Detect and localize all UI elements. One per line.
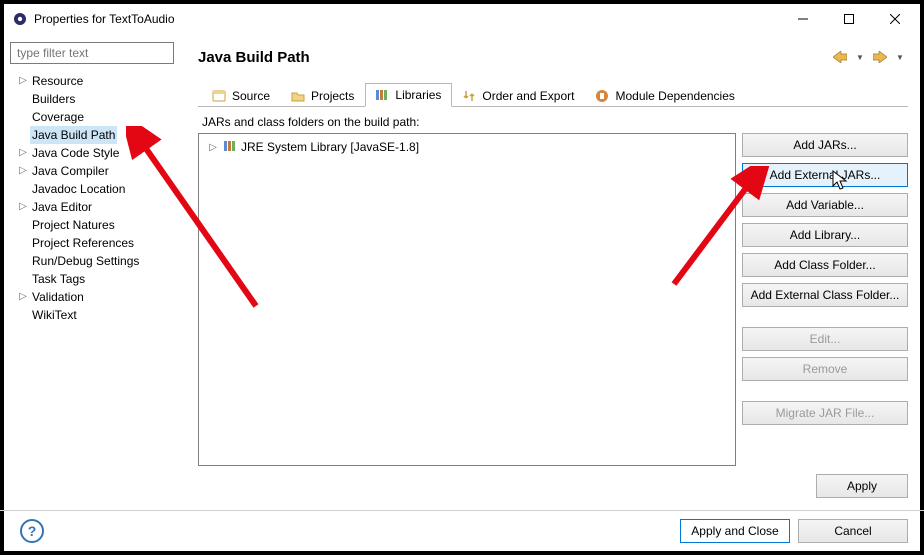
sidebar: ▷ResourceBuildersCoverageJava Build Path… bbox=[4, 34, 182, 510]
sidebar-item-label: Project Natures bbox=[30, 216, 117, 234]
forward-menu-icon[interactable]: ▼ bbox=[892, 49, 908, 65]
migrate-jar-button[interactable]: Migrate JAR File... bbox=[742, 401, 908, 425]
filter-input[interactable] bbox=[10, 42, 174, 64]
sidebar-item-coverage[interactable]: Coverage bbox=[10, 108, 176, 126]
forward-icon[interactable] bbox=[872, 49, 888, 65]
add-variable-button[interactable]: Add Variable... bbox=[742, 193, 908, 217]
sidebar-item-java-compiler[interactable]: ▷Java Compiler bbox=[10, 162, 176, 180]
sidebar-item-label: Validation bbox=[30, 288, 86, 306]
properties-dialog: Properties for TextToAudio ▷ResourceBuil… bbox=[4, 4, 920, 551]
tab-module-dependencies[interactable]: Module Dependencies bbox=[585, 83, 745, 107]
expand-icon: ▷ bbox=[16, 144, 30, 162]
remove-button[interactable]: Remove bbox=[742, 357, 908, 381]
nav-history: ▼ ▼ bbox=[832, 49, 908, 65]
dialog-footer: ? Apply and Close Cancel bbox=[4, 511, 920, 551]
app-icon bbox=[12, 11, 28, 27]
back-icon[interactable] bbox=[832, 49, 848, 65]
sidebar-item-label: Java Editor bbox=[30, 198, 94, 216]
expand-icon: ▷ bbox=[16, 198, 30, 216]
tab-icon bbox=[211, 88, 227, 104]
apply-and-close-button[interactable]: Apply and Close bbox=[680, 519, 790, 543]
sidebar-item-project-natures[interactable]: Project Natures bbox=[10, 216, 176, 234]
library-icon bbox=[223, 139, 237, 156]
expand-icon: ▷ bbox=[16, 162, 30, 180]
sidebar-item-label: WikiText bbox=[30, 306, 79, 324]
add-jars-button[interactable]: Add JARs... bbox=[742, 133, 908, 157]
sidebar-item-project-references[interactable]: Project References bbox=[10, 234, 176, 252]
expand-icon: ▷ bbox=[207, 142, 219, 153]
tab-icon bbox=[290, 88, 306, 104]
close-button[interactable] bbox=[872, 4, 918, 34]
tab-label: Projects bbox=[311, 89, 354, 103]
add-library-button[interactable]: Add Library... bbox=[742, 223, 908, 247]
window-title: Properties for TextToAudio bbox=[34, 12, 175, 26]
sidebar-item-label: Java Build Path bbox=[30, 126, 117, 144]
back-menu-icon[interactable]: ▼ bbox=[852, 49, 868, 65]
tab-label: Order and Export bbox=[482, 89, 574, 103]
tab-label: Libraries bbox=[395, 88, 441, 102]
sidebar-item-label: Task Tags bbox=[30, 270, 87, 288]
add-class-folder-button[interactable]: Add Class Folder... bbox=[742, 253, 908, 277]
tab-icon bbox=[374, 87, 390, 103]
edit-button[interactable]: Edit... bbox=[742, 327, 908, 351]
tab-libraries[interactable]: Libraries bbox=[365, 83, 452, 107]
sidebar-item-label: Resource bbox=[30, 72, 85, 90]
tab-bar: Source Projects Libraries Order and Export M… bbox=[198, 82, 908, 107]
title-bar: Properties for TextToAudio bbox=[4, 4, 920, 34]
list-caption: JARs and class folders on the build path… bbox=[198, 107, 908, 133]
main-panel: Java Build Path ▼ ▼ Source Projects Librar… bbox=[182, 34, 920, 510]
sidebar-item-label: Project References bbox=[30, 234, 136, 252]
sidebar-item-label: Coverage bbox=[30, 108, 86, 126]
libraries-list[interactable]: ▷ JRE System Library [JavaSE-1.8] bbox=[198, 133, 736, 466]
tab-source[interactable]: Source bbox=[202, 83, 281, 107]
tab-icon bbox=[594, 88, 610, 104]
category-tree: ▷ResourceBuildersCoverageJava Build Path… bbox=[10, 72, 176, 324]
sidebar-item-run-debug-settings[interactable]: Run/Debug Settings bbox=[10, 252, 176, 270]
sidebar-item-javadoc-location[interactable]: Javadoc Location bbox=[10, 180, 176, 198]
expand-icon: ▷ bbox=[16, 288, 30, 306]
add-external-class-folder-button[interactable]: Add External Class Folder... bbox=[742, 283, 908, 307]
tab-order-and-export[interactable]: Order and Export bbox=[452, 83, 585, 107]
help-icon[interactable]: ? bbox=[20, 519, 44, 543]
tab-label: Module Dependencies bbox=[615, 89, 734, 103]
sidebar-item-builders[interactable]: Builders bbox=[10, 90, 176, 108]
expand-icon: ▷ bbox=[16, 72, 30, 90]
sidebar-item-label: Builders bbox=[30, 90, 77, 108]
sidebar-item-java-code-style[interactable]: ▷Java Code Style bbox=[10, 144, 176, 162]
sidebar-item-task-tags[interactable]: Task Tags bbox=[10, 270, 176, 288]
sidebar-item-resource[interactable]: ▷Resource bbox=[10, 72, 176, 90]
library-label: JRE System Library [JavaSE-1.8] bbox=[241, 140, 419, 154]
sidebar-item-label: Javadoc Location bbox=[30, 180, 127, 198]
sidebar-item-java-build-path[interactable]: Java Build Path bbox=[10, 126, 176, 144]
library-entry[interactable]: ▷ JRE System Library [JavaSE-1.8] bbox=[203, 138, 731, 156]
sidebar-item-java-editor[interactable]: ▷Java Editor bbox=[10, 198, 176, 216]
sidebar-item-label: Run/Debug Settings bbox=[30, 252, 141, 270]
tab-label: Source bbox=[232, 89, 270, 103]
tab-projects[interactable]: Projects bbox=[281, 83, 365, 107]
apply-button[interactable]: Apply bbox=[816, 474, 908, 498]
add-external-jars-button[interactable]: Add External JARs... bbox=[742, 163, 908, 187]
sidebar-item-wikitext[interactable]: WikiText bbox=[10, 306, 176, 324]
maximize-button[interactable] bbox=[826, 4, 872, 34]
sidebar-item-label: Java Code Style bbox=[30, 144, 121, 162]
minimize-button[interactable] bbox=[780, 4, 826, 34]
sidebar-item-label: Java Compiler bbox=[30, 162, 111, 180]
buttons-column: Add JARs... Add External JARs... Add Var… bbox=[742, 133, 908, 466]
tab-icon bbox=[461, 88, 477, 104]
sidebar-item-validation[interactable]: ▷Validation bbox=[10, 288, 176, 306]
page-heading: Java Build Path bbox=[198, 49, 832, 66]
cancel-button[interactable]: Cancel bbox=[798, 519, 908, 543]
